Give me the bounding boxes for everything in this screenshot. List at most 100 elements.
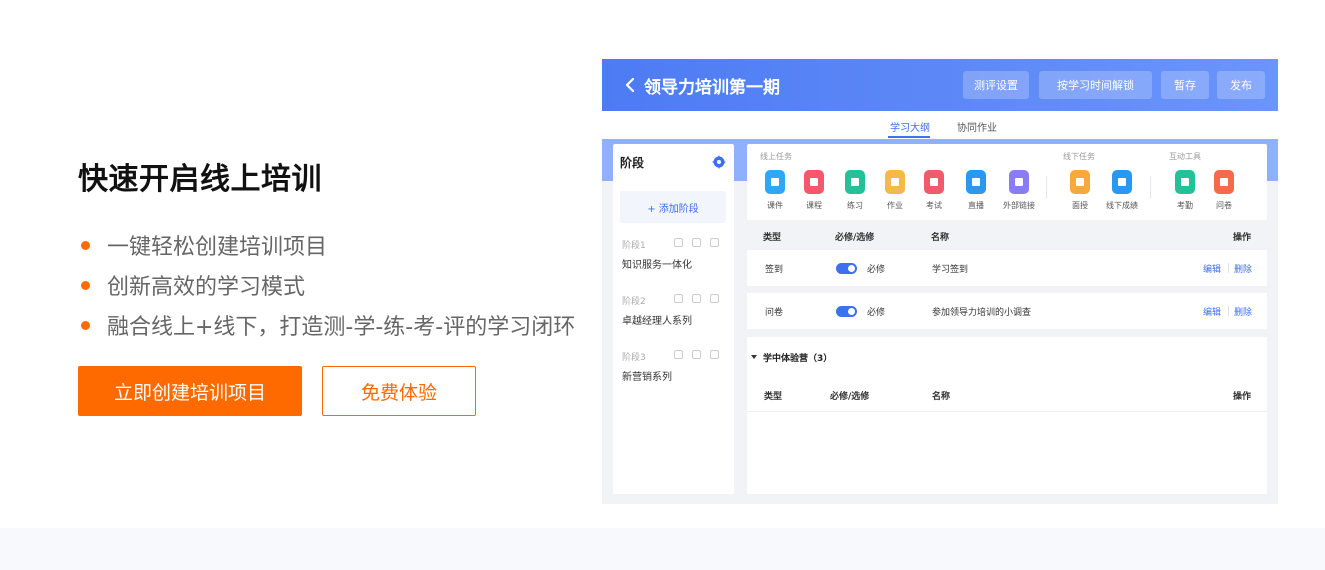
- section-title: 学中体验营（3）: [763, 354, 833, 364]
- live-icon: [966, 170, 986, 194]
- tool-face-to-face[interactable]: 面授: [1060, 170, 1100, 211]
- offline-score-icon: [1112, 170, 1132, 194]
- tool-survey[interactable]: 问卷: [1204, 170, 1244, 211]
- tool-exam[interactable]: 考试: [914, 170, 954, 211]
- stage-name: 卓越经理人系列: [622, 316, 692, 327]
- column-header-ops: 操作: [1233, 392, 1252, 402]
- edit-link[interactable]: 编辑: [1203, 305, 1221, 318]
- table-row: 问卷 必修 参加领导力培训的小调查 编辑 删除: [747, 293, 1267, 329]
- app-preview: 领导力培训第一期 测评设置 按学习时间解锁 暂存 发布 学习大纲 协同作业 阶段…: [602, 59, 1278, 504]
- tool-attendance[interactable]: 考勤: [1165, 170, 1205, 211]
- caret-down-icon[interactable]: [751, 355, 757, 359]
- tabs-bar: 学习大纲 协同作业: [602, 111, 1278, 139]
- add-stage-button[interactable]: + 添加阶段: [620, 191, 726, 223]
- course-icon: [804, 170, 824, 194]
- feature-text: 融合线上+线下，打造测-学-练-考-评的学习闭环: [107, 315, 576, 340]
- stage-panel: 阶段 + 添加阶段 阶段1 知识服务一体化 阶段2 卓越经理人系列 阶段3 新营…: [613, 144, 734, 494]
- face-to-face-icon: [1070, 170, 1090, 194]
- tool-label: 问卷: [1216, 201, 1232, 210]
- delete-link[interactable]: 删除: [1234, 305, 1252, 318]
- column-header-type: 类型: [763, 233, 782, 243]
- feature-item: 融合线上+线下，打造测-学-练-考-评的学习闭环: [78, 305, 575, 345]
- hero-title: 快速开启线上培训: [78, 162, 322, 197]
- divider: [1228, 306, 1229, 316]
- tool-label: 考试: [926, 201, 942, 210]
- tool-external-link[interactable]: 外部链接: [999, 170, 1039, 211]
- bullet-dot: [81, 240, 90, 250]
- tab-outline[interactable]: 学习大纲: [890, 119, 930, 134]
- trash-icon[interactable]: [710, 350, 719, 359]
- eye-icon[interactable]: [674, 350, 683, 359]
- back-arrow-icon[interactable]: [622, 76, 640, 94]
- section-panel: 学中体验营（3） 类型 必修/选修 名称 操作: [747, 337, 1267, 494]
- lock-icon[interactable]: [692, 350, 701, 359]
- attendance-icon: [1175, 170, 1195, 194]
- stage-number: 阶段3: [622, 353, 646, 363]
- exam-icon: [924, 170, 944, 194]
- column-header-ops: 操作: [1233, 233, 1252, 243]
- stage-name: 新营销系列: [622, 372, 672, 383]
- tool-label: 课程: [806, 201, 822, 210]
- tab-collab-homework[interactable]: 协同作业: [957, 119, 997, 134]
- external-link-icon: [1009, 170, 1029, 194]
- bullet-dot: [81, 280, 90, 290]
- app-title: 领导力培训第一期: [644, 78, 780, 98]
- feature-item: 一键轻松创建培训项目: [78, 225, 575, 265]
- lock-icon[interactable]: [692, 238, 701, 247]
- row-required: 必修: [867, 265, 886, 275]
- column-header-name: 名称: [931, 233, 950, 243]
- row-name: 参加领导力培训的小调查: [932, 308, 1032, 318]
- free-trial-button[interactable]: 免费体验: [322, 366, 476, 416]
- row-name: 学习签到: [932, 265, 969, 275]
- stage-name: 知识服务一体化: [622, 260, 692, 271]
- row-required: 必修: [867, 308, 886, 318]
- column-header-name: 名称: [932, 392, 951, 402]
- stage-panel-title: 阶段: [620, 156, 645, 170]
- tool-panel: 线上任务 线下任务 互动工具 课件 课程 练习 作业 考试 直播 外部链接 面授…: [747, 144, 1267, 220]
- delete-link[interactable]: 删除: [1234, 262, 1252, 275]
- gear-icon[interactable]: [712, 155, 726, 169]
- active-tab-indicator: [888, 136, 930, 138]
- edit-link[interactable]: 编辑: [1203, 262, 1221, 275]
- row-type: 签到: [765, 265, 784, 275]
- tool-label: 练习: [847, 201, 863, 210]
- column-header-required: 必修/选修: [835, 233, 875, 243]
- tool-label: 课件: [767, 201, 783, 210]
- tool-practice[interactable]: 练习: [835, 170, 875, 211]
- eye-icon[interactable]: [674, 294, 683, 303]
- tool-label: 外部链接: [1003, 201, 1035, 210]
- column-header-required: 必修/选修: [830, 392, 870, 402]
- tool-courseware[interactable]: 课件: [755, 170, 795, 211]
- save-draft-button[interactable]: 暂存: [1161, 71, 1209, 99]
- divider: [1046, 176, 1047, 198]
- required-toggle[interactable]: [836, 306, 857, 317]
- tool-label: 直播: [968, 201, 984, 210]
- survey-icon: [1214, 170, 1234, 194]
- trash-icon[interactable]: [710, 238, 719, 247]
- tool-homework[interactable]: 作业: [875, 170, 915, 211]
- tool-label: 线下成绩: [1106, 201, 1138, 210]
- trash-icon[interactable]: [710, 294, 719, 303]
- bullet-dot: [81, 320, 90, 330]
- publish-button[interactable]: 发布: [1217, 71, 1265, 99]
- feature-item: 创新高效的学习模式: [78, 265, 575, 305]
- tool-offline-score[interactable]: 线下成绩: [1102, 170, 1142, 211]
- stage-actions: [674, 350, 719, 359]
- lock-icon[interactable]: [692, 294, 701, 303]
- stage-number: 阶段1: [622, 241, 646, 251]
- required-toggle[interactable]: [836, 263, 857, 274]
- evaluation-settings-button[interactable]: 测评设置: [963, 71, 1029, 99]
- tool-course[interactable]: 课程: [794, 170, 834, 211]
- feature-text: 创新高效的学习模式: [107, 275, 306, 300]
- unlock-by-time-button[interactable]: 按学习时间解锁: [1039, 71, 1152, 99]
- create-training-button[interactable]: 立即创建培训项目: [78, 366, 302, 416]
- interactive-tools-label: 互动工具: [1169, 152, 1201, 161]
- homework-icon: [885, 170, 905, 194]
- row-type: 问卷: [765, 308, 784, 318]
- table-row: 签到 必修 学习签到 编辑 删除: [747, 250, 1267, 286]
- practice-icon: [845, 170, 865, 194]
- tool-live[interactable]: 直播: [956, 170, 996, 211]
- eye-icon[interactable]: [674, 238, 683, 247]
- stage-actions: [674, 294, 719, 303]
- bottom-band: [0, 528, 1325, 570]
